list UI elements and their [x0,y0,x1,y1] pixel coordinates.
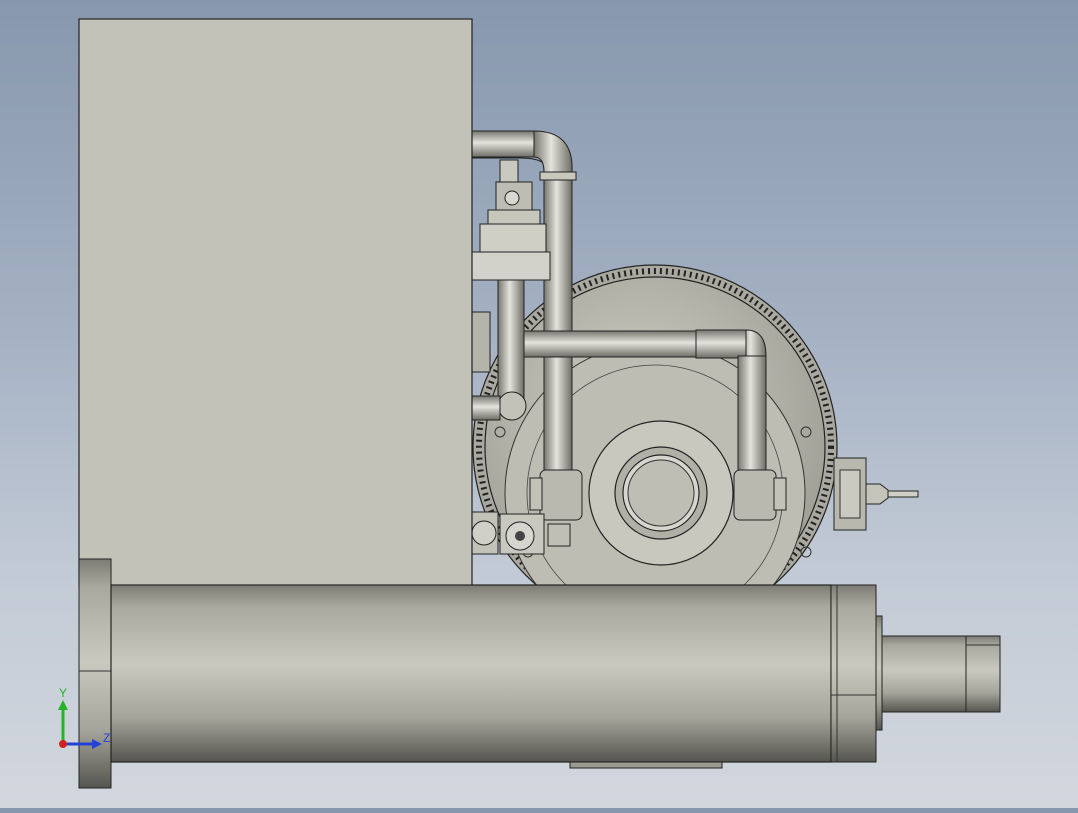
orientation-triad: Y Z [50,686,120,756]
y-axis-label: Y [59,686,68,700]
z-axis-label: Z [103,731,111,745]
cad-model-drawing [78,18,1001,789]
x-axis-point [59,740,67,748]
control-box [78,18,473,588]
cad-viewport[interactable]: Y Z [0,0,1078,808]
condenser-cylinder [78,558,1001,789]
